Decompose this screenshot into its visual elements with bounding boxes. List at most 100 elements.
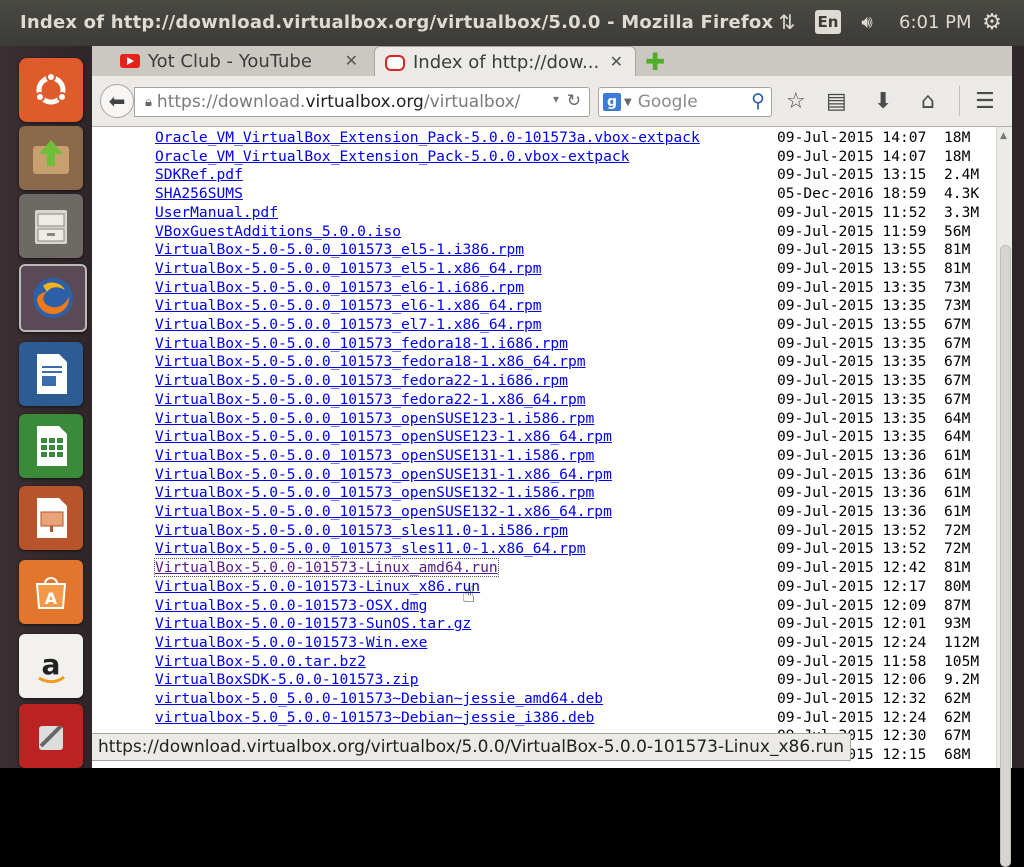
- navigation-toolbar: ⬅ 🔒︎ https://download.virtualbox.org/vir…: [92, 76, 1024, 127]
- ubuntu-dash-icon[interactable]: [19, 58, 83, 122]
- tab-virtualbox-index[interactable]: Index of http://dow... ✕: [374, 46, 636, 78]
- google-icon[interactable]: g: [603, 93, 621, 111]
- file-size: 67M: [944, 353, 971, 371]
- scrollbar-thumb[interactable]: [1000, 245, 1011, 867]
- file-size: 18M: [944, 129, 971, 146]
- file-size: 61M: [944, 484, 971, 502]
- file-link[interactable]: VirtualBox-5.0.0-101573-Win.exe: [155, 634, 427, 651]
- file-size: 73M: [944, 297, 971, 315]
- search-bar[interactable]: g ▼ Google ⚲: [598, 87, 772, 117]
- file-date: 09-Jul-2015 12:42: [777, 559, 927, 577]
- ubuntu-software-center-icon[interactable]: A: [19, 560, 83, 624]
- file-row: SDKRef.pdf 09-Jul-2015 13:15 2.4M: [92, 166, 996, 185]
- software-updater-icon[interactable]: [19, 126, 83, 190]
- network-icon[interactable]: ⇅: [776, 10, 798, 34]
- file-link[interactable]: VirtualBox-5.0-5.0.0_101573_openSUSE123-…: [155, 428, 612, 445]
- chevron-down-icon[interactable]: ▼: [624, 97, 632, 108]
- file-link[interactable]: VirtualBox-5.0-5.0.0_101573_openSUSE123-…: [155, 410, 594, 427]
- file-date: 09-Jul-2015 13:35: [777, 372, 927, 390]
- url-bar[interactable]: 🔒︎ https://download.virtualbox.org/virtu…: [134, 87, 590, 117]
- file-link[interactable]: virtualbox-5.0_5.0.0-101573~Debian~jessi…: [155, 690, 603, 707]
- file-link[interactable]: VirtualBox-5.0-5.0.0_101573_el5-1.x86_64…: [155, 260, 542, 277]
- libreoffice-impress-icon[interactable]: [19, 486, 83, 550]
- file-link[interactable]: VirtualBox-5.0-5.0.0_101573_openSUSE132-…: [155, 503, 612, 520]
- file-size: 81M: [944, 259, 971, 277]
- file-date: 09-Jul-2015 13:36: [777, 465, 927, 483]
- file-link[interactable]: VirtualBox-5.0.0-101573-SunOS.tar.gz: [155, 615, 471, 632]
- file-size: 18M: [944, 147, 971, 165]
- files-icon[interactable]: [19, 194, 83, 258]
- file-size: 61M: [944, 465, 971, 483]
- file-link[interactable]: VirtualBox-5.0-5.0.0_101573_openSUSE132-…: [155, 484, 594, 501]
- file-link[interactable]: VirtualBox-5.0-5.0.0_101573_fedora18-1.x…: [155, 353, 586, 370]
- clock[interactable]: 6:01 PM: [899, 12, 972, 33]
- firefox-icon[interactable]: [19, 264, 87, 332]
- file-link[interactable]: VirtualBox-5.0.0-101573-Linux_x86.run: [155, 578, 480, 595]
- toolbar-divider: [959, 86, 960, 116]
- reload-icon[interactable]: ↻: [567, 91, 581, 111]
- search-icon[interactable]: ⚲: [751, 90, 765, 112]
- scrollbar[interactable]: ▲: [996, 127, 1013, 867]
- svg-text:A: A: [45, 589, 58, 608]
- file-link[interactable]: VirtualBox-5.0-5.0.0_101573_el7-1.x86_64…: [155, 316, 542, 333]
- file-date: 09-Jul-2015 13:35: [777, 409, 927, 427]
- libreoffice-writer-icon[interactable]: [19, 342, 83, 406]
- amazon-icon[interactable]: a: [19, 634, 83, 698]
- file-link[interactable]: VirtualBox-5.0.0.tar.bz2: [155, 653, 366, 670]
- file-link[interactable]: VirtualBox-5.0-5.0.0_101573_openSUSE131-…: [155, 447, 594, 464]
- file-row: VirtualBox-5.0-5.0.0_101573_el5-1.i386.r…: [92, 241, 996, 260]
- file-link[interactable]: Oracle_VM_VirtualBox_Extension_Pack-5.0.…: [155, 129, 700, 146]
- file-size: 112M: [944, 633, 980, 651]
- system-settings-icon[interactable]: [19, 704, 83, 768]
- file-link[interactable]: VirtualBox-5.0-5.0.0_101573_fedora22-1.x…: [155, 391, 586, 408]
- file-link[interactable]: VirtualBox-5.0-5.0.0_101573_sles11.0-1.i…: [155, 522, 568, 539]
- file-row: virtualbox-5.0_5.0.0-101573~Debian~jessi…: [92, 709, 996, 728]
- file-link[interactable]: SHA256SUMS: [155, 185, 243, 202]
- file-date: 09-Jul-2015 13:35: [777, 428, 927, 446]
- file-row: virtualbox-5.0_5.0.0-101573~Debian~jessi…: [92, 690, 996, 709]
- keyboard-language-indicator[interactable]: En: [815, 10, 841, 34]
- bookmark-star-icon[interactable]: ☆: [786, 89, 806, 114]
- file-link[interactable]: VBoxGuestAdditions_5.0.0.iso: [155, 223, 401, 240]
- hamburger-menu-icon[interactable]: ☰: [975, 89, 995, 114]
- close-tab-icon[interactable]: ✕: [610, 52, 623, 71]
- volume-icon[interactable]: 🔊︎: [855, 10, 879, 34]
- downloads-icon[interactable]: ⬇: [874, 89, 892, 114]
- file-link[interactable]: VirtualBox-5.0-5.0.0_101573_fedora18-1.i…: [155, 335, 568, 352]
- file-link[interactable]: VirtualBox-5.0-5.0.0_101573_sles11.0-1.x…: [155, 540, 586, 557]
- file-link[interactable]: SDKRef.pdf: [155, 166, 243, 183]
- file-row: VirtualBox-5.0.0-101573-Linux_x86.run 09-…: [92, 578, 996, 597]
- file-link[interactable]: UserManual.pdf: [155, 204, 278, 221]
- file-link[interactable]: VirtualBox-5.0-5.0.0_101573_el6-1.i686.r…: [155, 279, 524, 296]
- settings-gear-icon[interactable]: ⚙: [980, 10, 1004, 35]
- url-history-dropdown-icon[interactable]: ▾: [553, 92, 559, 106]
- file-link[interactable]: VirtualBox-5.0-5.0.0_101573_openSUSE131-…: [155, 466, 612, 483]
- file-date: 09-Jul-2015 12:06: [777, 671, 927, 689]
- file-link[interactable]: VirtualBox-5.0.0-101573-Linux_amd64.run: [154, 558, 499, 578]
- new-tab-button[interactable]: ✚: [645, 48, 665, 76]
- file-row: VirtualBox-5.0-5.0.0_101573_openSUSE123-…: [92, 428, 996, 447]
- file-row: VirtualBox-5.0-5.0.0_101573_openSUSE132-…: [92, 484, 996, 503]
- file-link[interactable]: VirtualBox-5.0.0-101573-OSX.dmg: [155, 597, 427, 614]
- close-tab-icon[interactable]: ✕: [345, 51, 358, 70]
- tab-youtube[interactable]: Yot Club - YouTube ✕: [110, 46, 370, 76]
- file-link[interactable]: Oracle_VM_VirtualBox_Extension_Pack-5.0.…: [155, 148, 629, 165]
- file-row: VirtualBox-5.0-5.0.0_101573_sles11.0-1.x…: [92, 540, 996, 559]
- scroll-up-arrow-icon[interactable]: ▲: [1000, 131, 1007, 141]
- url-text: https://download.virtualbox.org/virtualb…: [156, 92, 521, 112]
- file-row: UserManual.pdf 09-Jul-2015 11:52 3.3M: [92, 204, 996, 223]
- libreoffice-calc-icon[interactable]: [19, 414, 83, 478]
- file-link[interactable]: VirtualBoxSDK-5.0.0-101573.zip: [155, 671, 419, 688]
- file-link[interactable]: VirtualBox-5.0-5.0.0_101573_fedora22-1.i…: [155, 372, 568, 389]
- tab-label: Yot Club - YouTube: [148, 50, 312, 72]
- file-size: 67M: [944, 316, 971, 333]
- file-date: 09-Jul-2015 12:32: [777, 690, 927, 707]
- launcher: A a: [0, 46, 92, 768]
- file-row: VirtualBox-5.0-5.0.0_101573_openSUSE132-…: [92, 503, 996, 522]
- home-icon[interactable]: ⌂: [921, 89, 935, 114]
- back-button[interactable]: ⬅: [100, 84, 134, 118]
- file-link[interactable]: VirtualBox-5.0-5.0.0_101573_el5-1.i386.r…: [155, 241, 524, 258]
- file-link[interactable]: VirtualBox-5.0-5.0.0_101573_el6-1.x86_64…: [155, 297, 542, 314]
- bookmarks-list-icon[interactable]: ▤: [826, 89, 847, 114]
- file-link[interactable]: virtualbox-5.0_5.0.0-101573~Debian~jessi…: [155, 709, 594, 726]
